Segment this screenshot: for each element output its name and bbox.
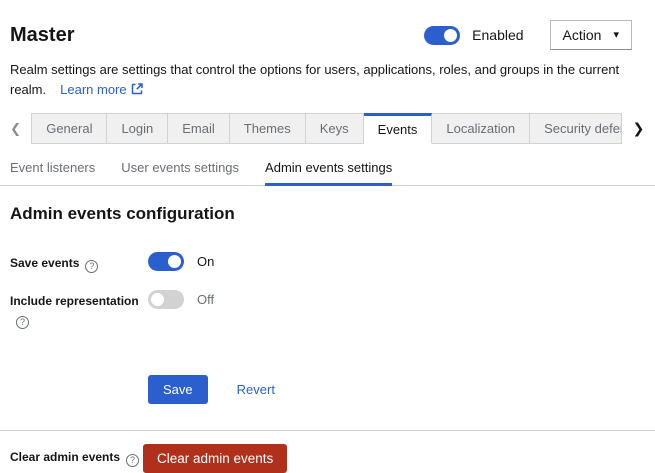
toggle-knob (168, 255, 181, 268)
include-representation-toggle[interactable] (148, 290, 184, 309)
tab-label: Events (378, 122, 418, 137)
clear-admin-events-button[interactable]: Clear admin events (143, 444, 287, 473)
tab-email[interactable]: Email (168, 113, 230, 144)
chevron-right-icon: ❯ (633, 120, 645, 137)
realm-enabled-toggle[interactable] (424, 26, 460, 45)
tab-login[interactable]: Login (107, 113, 168, 144)
caret-down-icon: ▾ (613, 30, 619, 41)
subtab-label: User events settings (121, 160, 239, 175)
tab-events[interactable]: Events (364, 113, 433, 144)
tabs-scroll-left-button[interactable]: ❮ (0, 113, 31, 144)
tab-label: Login (121, 121, 153, 136)
field-label-text: Save events (10, 256, 79, 270)
tab-label: Themes (244, 121, 291, 136)
tab-keys[interactable]: Keys (306, 113, 364, 144)
admin-events-panel: Admin events configuration Save events? … (0, 186, 655, 404)
toggle-state-label: On (197, 254, 214, 269)
tab-localization[interactable]: Localization (432, 113, 530, 144)
action-dropdown-label: Action (563, 27, 602, 43)
include-representation-label: Include representation? (10, 290, 148, 329)
learn-more-label: Learn more (60, 82, 126, 97)
tab-label: General (46, 121, 92, 136)
tab-general[interactable]: General (31, 113, 107, 144)
help-icon[interactable]: ? (126, 454, 139, 467)
subtab-label: Event listeners (10, 160, 95, 175)
save-events-label: Save events? (10, 252, 148, 273)
form-actions: Save Revert (148, 375, 645, 404)
tab-label: Keys (320, 121, 349, 136)
toggle-state-label: Off (197, 292, 214, 307)
external-link-icon (131, 83, 143, 95)
tab-label: Localization (446, 121, 515, 136)
page-header: Master Enabled Action ▾ Realm settings a… (0, 0, 655, 100)
chevron-left-icon: ❮ (10, 121, 21, 137)
save-button[interactable]: Save (148, 375, 208, 404)
events-subtabs: Event listeners User events settings Adm… (0, 151, 655, 186)
tab-label: Security defens (544, 121, 622, 136)
help-icon[interactable]: ? (85, 260, 98, 273)
tab-themes[interactable]: Themes (230, 113, 306, 144)
save-events-toggle[interactable] (148, 252, 184, 271)
revert-link[interactable]: Revert (237, 382, 275, 397)
learn-more-link[interactable]: Learn more (60, 82, 142, 97)
action-dropdown-button[interactable]: Action ▾ (550, 20, 632, 50)
tab-security-defenses[interactable]: Security defens (530, 113, 622, 144)
section-heading: Admin events configuration (10, 204, 645, 224)
field-label-text: Clear admin events (10, 450, 120, 464)
save-events-control: On (148, 252, 214, 271)
clear-admin-events-row: Clear admin events? Clear admin events (0, 444, 655, 473)
tab-label: Email (182, 121, 215, 136)
section-divider (0, 430, 655, 431)
enabled-label: Enabled (472, 27, 523, 43)
subtab-event-listeners[interactable]: Event listeners (10, 151, 95, 185)
realm-description: Realm settings are settings that control… (10, 60, 632, 100)
save-events-field: Save events? On (10, 252, 645, 273)
clear-admin-events-label: Clear admin events? (10, 450, 143, 467)
toggle-knob (444, 29, 457, 42)
include-representation-field: Include representation? Off (10, 290, 645, 329)
include-representation-control: Off (148, 290, 214, 309)
page-title: Master (10, 23, 74, 47)
realm-settings-tabs: ❮ General Login Email Themes Keys Events… (0, 113, 655, 144)
toggle-knob (151, 293, 164, 306)
header-actions: Enabled Action ▾ (424, 20, 632, 50)
tabs-scroll-right-button[interactable]: ❯ (622, 113, 655, 144)
field-label-text: Include representation (10, 294, 139, 308)
help-icon[interactable]: ? (16, 316, 29, 329)
subtab-label: Admin events settings (265, 160, 392, 175)
subtab-admin-events-settings[interactable]: Admin events settings (265, 151, 392, 185)
subtab-user-events-settings[interactable]: User events settings (121, 151, 239, 185)
